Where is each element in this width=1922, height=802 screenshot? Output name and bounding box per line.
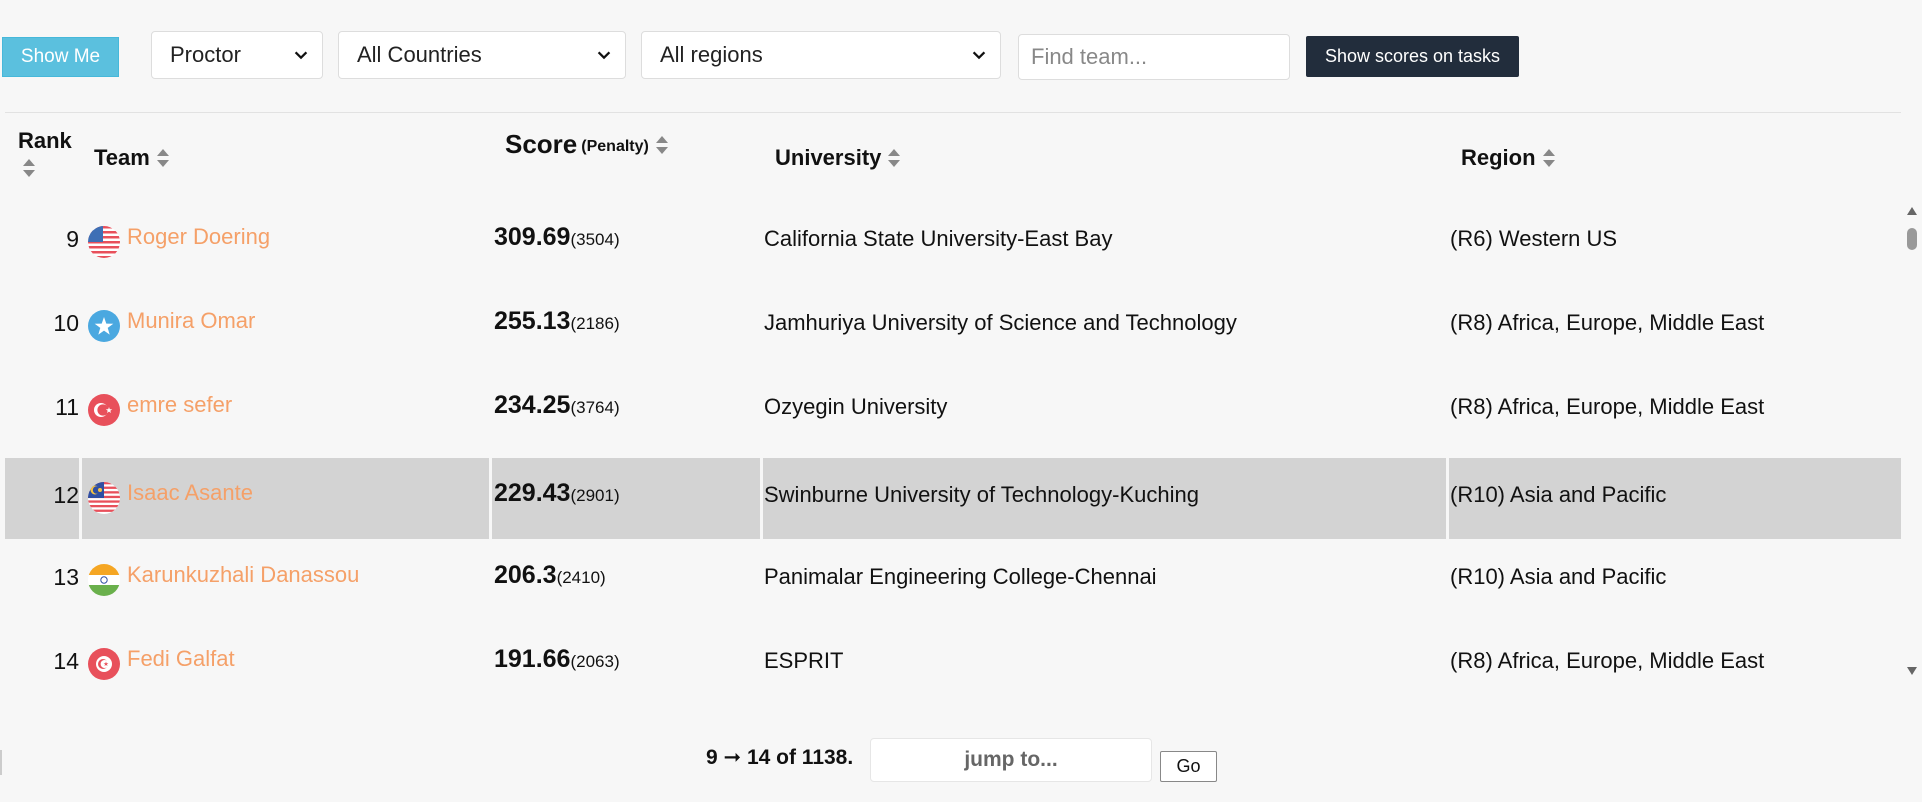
- column-score[interactable]: Score (Penalty): [505, 129, 669, 160]
- column-team-label: Team: [94, 145, 150, 170]
- university-cell: Ozyegin University: [764, 394, 948, 419]
- university-cell: Jamhuriya University of Science and Tech…: [764, 310, 1237, 335]
- penalty-value: (2410): [556, 568, 606, 587]
- show-scores-button[interactable]: Show scores on tasks: [1306, 36, 1519, 77]
- team-link[interactable]: Munira Omar: [127, 308, 255, 334]
- table-row-selected[interactable]: 12 Isaac Asante 229.43(2901) Swinburne U…: [5, 458, 1901, 539]
- team-link[interactable]: Isaac Asante: [127, 480, 253, 506]
- rank-cell: 14: [53, 648, 79, 674]
- table-row: 10 Munira Omar 255.13(2186) Jamhuriya Un…: [5, 286, 1901, 367]
- chevron-down-icon: [294, 51, 308, 60]
- find-team-input[interactable]: Find team...: [1018, 34, 1290, 80]
- page-edge-divider: [0, 750, 2, 775]
- column-divider: [1446, 458, 1449, 539]
- sort-icon[interactable]: [156, 148, 170, 168]
- flag-somalia-icon: [88, 310, 120, 342]
- column-penalty-label: (Penalty): [581, 137, 649, 155]
- scrollbar-thumb[interactable]: [1907, 228, 1917, 250]
- university-cell: ESPRIT: [764, 648, 844, 673]
- flag-turkey-icon: [88, 394, 120, 426]
- role-select-value: Proctor: [170, 42, 241, 67]
- penalty-value: (2901): [570, 486, 620, 505]
- column-team[interactable]: Team: [94, 145, 170, 171]
- region-cell: (R8) Africa, Europe, Middle East: [1450, 648, 1765, 673]
- rank-cell: 9: [66, 226, 79, 252]
- region-cell: (R8) Africa, Europe, Middle East: [1450, 310, 1765, 335]
- go-button[interactable]: Go: [1160, 751, 1217, 782]
- table-row: 14 Fedi Galfat 191.66(2063) ESPRIT (R8) …: [5, 624, 1901, 705]
- team-link[interactable]: Roger Doering: [127, 224, 270, 250]
- penalty-value: (2063): [570, 652, 620, 671]
- score-value: 206.3: [494, 561, 557, 589]
- rank-cell: 13: [53, 564, 79, 590]
- university-cell: Panimalar Engineering College-Chennai: [764, 564, 1157, 589]
- table-body: 9 Roger Doering 309.69(3504) California …: [5, 200, 1901, 700]
- table-header: Rank Team Score (Penalty) University Reg…: [5, 112, 1901, 194]
- column-divider: [79, 458, 82, 539]
- sort-icon[interactable]: [1542, 148, 1556, 168]
- score-value: 309.69: [494, 223, 571, 251]
- team-link[interactable]: emre sefer: [127, 392, 232, 418]
- flag-malaysia-icon: [88, 482, 120, 514]
- university-cell: California State University-East Bay: [764, 226, 1113, 251]
- flag-usa-icon: [88, 226, 120, 258]
- region-cell: (R6) Western US: [1450, 226, 1618, 251]
- table-row: 9 Roger Doering 309.69(3504) California …: [5, 202, 1901, 283]
- score-cell: 191.66(2063): [494, 645, 620, 674]
- table-row: 11 emre sefer 234.25(3764) Ozyegin Unive…: [5, 370, 1901, 451]
- region-cell: (R8) Africa, Europe, Middle East: [1450, 394, 1765, 419]
- column-divider: [760, 458, 763, 539]
- region-cell: (R10) Asia and Pacific: [1450, 564, 1667, 589]
- country-select-value: All Countries: [357, 42, 482, 67]
- penalty-value: (3504): [570, 230, 620, 249]
- region-cell: (R10) Asia and Pacific: [1450, 482, 1667, 507]
- column-region[interactable]: Region: [1461, 145, 1556, 171]
- column-rank-label: Rank: [18, 128, 72, 153]
- score-value: 255.13: [494, 307, 571, 335]
- rank-cell: 10: [53, 310, 79, 336]
- score-cell: 309.69(3504): [494, 223, 620, 252]
- team-link[interactable]: Karunkuzhali Danassou: [127, 562, 359, 588]
- chevron-down-icon: [597, 51, 611, 60]
- score-value: 234.25: [494, 391, 571, 419]
- sort-icon[interactable]: [22, 158, 36, 178]
- scroll-down-arrow-icon[interactable]: [1906, 666, 1918, 676]
- column-region-label: Region: [1461, 145, 1536, 170]
- sort-icon[interactable]: [887, 148, 901, 168]
- column-university-label: University: [775, 145, 882, 170]
- country-select[interactable]: All Countries: [338, 31, 626, 79]
- show-me-button[interactable]: Show Me: [2, 37, 119, 77]
- region-select[interactable]: All regions: [641, 31, 1001, 79]
- chevron-down-icon: [972, 51, 986, 60]
- pagination-info: 9 ➞ 14 of 1138.: [706, 746, 854, 769]
- region-select-value: All regions: [660, 42, 763, 67]
- penalty-value: (2186): [570, 314, 620, 333]
- sort-icon[interactable]: [655, 135, 669, 155]
- rank-cell: 12: [53, 482, 79, 508]
- toolbar: Show Me Proctor All Countries All region…: [0, 0, 1922, 110]
- flag-india-icon: [88, 564, 120, 596]
- jump-to-input[interactable]: jump to...: [870, 738, 1152, 782]
- score-cell: 234.25(3764): [494, 391, 620, 420]
- column-divider: [489, 458, 492, 539]
- score-value: 191.66: [494, 645, 571, 673]
- university-cell: Swinburne University of Technology-Kuchi…: [764, 482, 1199, 507]
- column-rank[interactable]: Rank: [18, 128, 72, 178]
- column-university[interactable]: University: [775, 145, 901, 171]
- penalty-value: (3764): [570, 398, 620, 417]
- role-select[interactable]: Proctor: [151, 31, 323, 79]
- flag-tunisia-icon: [88, 648, 120, 680]
- score-value: 229.43: [494, 479, 571, 507]
- column-score-label: Score: [505, 129, 578, 159]
- score-cell: 255.13(2186): [494, 307, 620, 336]
- score-cell: 206.3(2410): [494, 561, 606, 590]
- score-cell: 229.43(2901): [494, 479, 620, 508]
- team-link[interactable]: Fedi Galfat: [127, 646, 235, 672]
- rank-cell: 11: [55, 394, 79, 420]
- scroll-up-arrow-icon[interactable]: [1906, 206, 1918, 216]
- table-row: 13 Karunkuzhali Danassou 206.3(2410) Pan…: [5, 540, 1901, 621]
